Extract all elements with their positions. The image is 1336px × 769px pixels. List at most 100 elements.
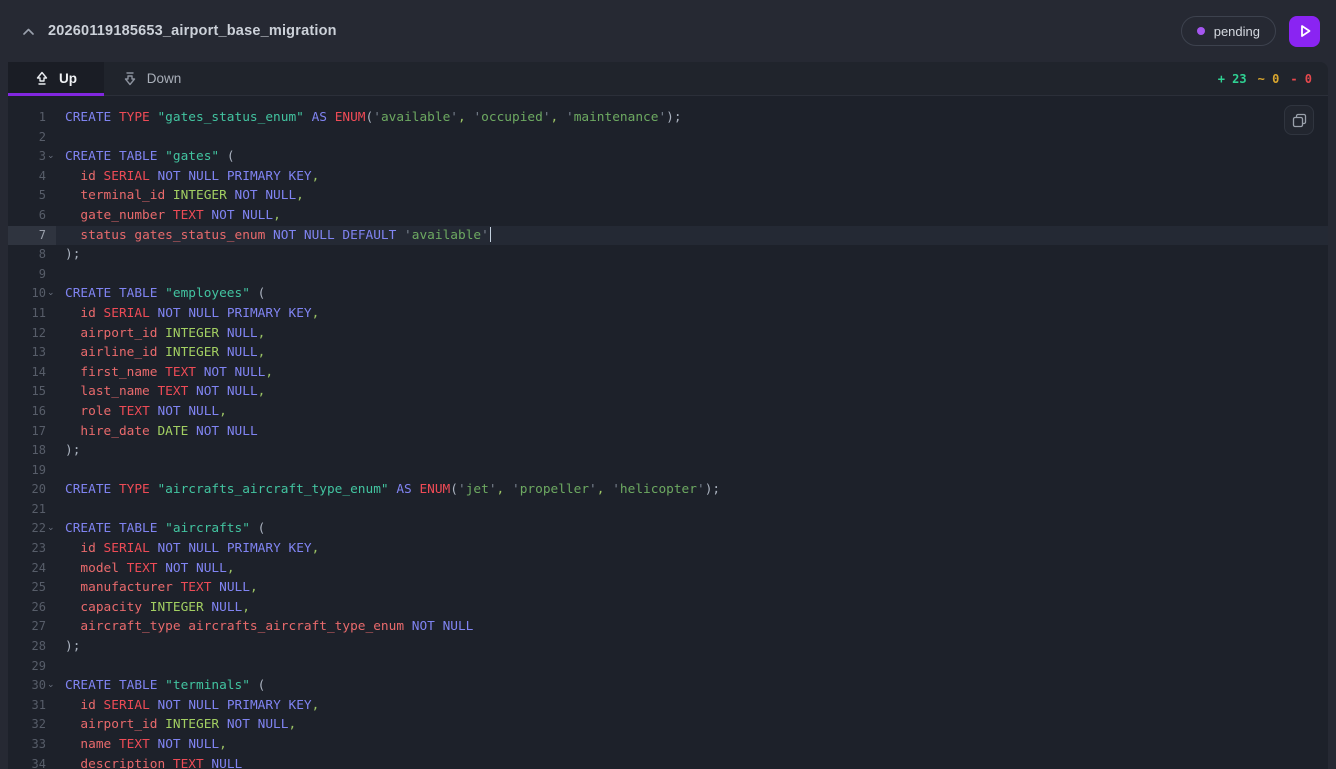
code-line-content[interactable] bbox=[56, 500, 1328, 520]
code-line-content[interactable]: ); bbox=[56, 245, 1328, 265]
code-line[interactable]: 8); bbox=[8, 245, 1328, 265]
code-line[interactable]: 14 first_name TEXT NOT NULL, bbox=[8, 363, 1328, 383]
code-line[interactable]: 2 bbox=[8, 128, 1328, 148]
code-line[interactable]: 11 id SERIAL NOT NULL PRIMARY KEY, bbox=[8, 304, 1328, 324]
copy-code-button[interactable] bbox=[1284, 105, 1314, 135]
code-line-content[interactable]: manufacturer TEXT NULL, bbox=[56, 578, 1328, 598]
line-number: 2 bbox=[8, 128, 56, 148]
code-line[interactable]: 31 id SERIAL NOT NULL PRIMARY KEY, bbox=[8, 696, 1328, 716]
migration-header: 20260119185653_airport_base_migration pe… bbox=[0, 0, 1336, 62]
code-line[interactable]: 22⌄CREATE TABLE "aircrafts" ( bbox=[8, 519, 1328, 539]
code-line-content[interactable]: description TEXT NULL bbox=[56, 755, 1328, 769]
line-number: 11 bbox=[8, 304, 56, 324]
diff-removed-count: - 0 bbox=[1290, 72, 1312, 86]
code-line[interactable]: 28); bbox=[8, 637, 1328, 657]
code-line-content[interactable]: role TEXT NOT NULL, bbox=[56, 402, 1328, 422]
line-number: 24 bbox=[8, 559, 56, 579]
code-line-content[interactable]: gate_number TEXT NOT NULL, bbox=[56, 206, 1328, 226]
code-line-content[interactable]: model TEXT NOT NULL, bbox=[56, 559, 1328, 579]
code-line[interactable]: 20CREATE TYPE "aircrafts_aircraft_type_e… bbox=[8, 480, 1328, 500]
fold-chevron-icon[interactable]: ⌄ bbox=[47, 288, 55, 297]
line-number: 34 bbox=[8, 755, 56, 769]
fold-chevron-icon[interactable]: ⌄ bbox=[47, 680, 55, 689]
code-lines: 1CREATE TYPE "gates_status_enum" AS ENUM… bbox=[8, 96, 1328, 769]
code-line-content[interactable]: CREATE TABLE "terminals" ( bbox=[56, 676, 1328, 696]
code-line[interactable]: 32 airport_id INTEGER NOT NULL, bbox=[8, 715, 1328, 735]
line-number: 6 bbox=[8, 206, 56, 226]
line-number: 9 bbox=[8, 265, 56, 285]
line-number: 17 bbox=[8, 422, 56, 442]
code-line-content[interactable]: first_name TEXT NOT NULL, bbox=[56, 363, 1328, 383]
code-line[interactable]: 33 name TEXT NOT NULL, bbox=[8, 735, 1328, 755]
code-line[interactable]: 34 description TEXT NULL bbox=[8, 755, 1328, 769]
code-line[interactable]: 10⌄CREATE TABLE "employees" ( bbox=[8, 284, 1328, 304]
code-line[interactable]: 5 terminal_id INTEGER NOT NULL, bbox=[8, 186, 1328, 206]
code-line-content[interactable]: CREATE TABLE "employees" ( bbox=[56, 284, 1328, 304]
code-line[interactable]: 21 bbox=[8, 500, 1328, 520]
code-line-content[interactable]: CREATE TABLE "gates" ( bbox=[56, 147, 1328, 167]
code-line-content[interactable]: airline_id INTEGER NULL, bbox=[56, 343, 1328, 363]
code-line[interactable]: 7 status gates_status_enum NOT NULL DEFA… bbox=[8, 226, 1328, 246]
code-line-content[interactable] bbox=[56, 461, 1328, 481]
line-number: 14 bbox=[8, 363, 56, 383]
code-line[interactable]: 24 model TEXT NOT NULL, bbox=[8, 559, 1328, 579]
code-line[interactable]: 6 gate_number TEXT NOT NULL, bbox=[8, 206, 1328, 226]
code-line-content[interactable]: hire_date DATE NOT NULL bbox=[56, 422, 1328, 442]
code-line[interactable]: 16 role TEXT NOT NULL, bbox=[8, 402, 1328, 422]
code-line[interactable]: 18); bbox=[8, 441, 1328, 461]
code-line-content[interactable]: id SERIAL NOT NULL PRIMARY KEY, bbox=[56, 696, 1328, 716]
code-line-content[interactable]: ); bbox=[56, 637, 1328, 657]
code-line[interactable]: 29 bbox=[8, 657, 1328, 677]
code-editor[interactable]: 1CREATE TYPE "gates_status_enum" AS ENUM… bbox=[8, 96, 1328, 769]
code-line-content[interactable]: id SERIAL NOT NULL PRIMARY KEY, bbox=[56, 539, 1328, 559]
tab-up[interactable]: Up bbox=[8, 62, 104, 95]
code-line-content[interactable]: airport_id INTEGER NOT NULL, bbox=[56, 715, 1328, 735]
code-line[interactable]: 26 capacity INTEGER NULL, bbox=[8, 598, 1328, 618]
fold-chevron-icon[interactable]: ⌄ bbox=[47, 523, 55, 532]
code-line[interactable]: 17 hire_date DATE NOT NULL bbox=[8, 422, 1328, 442]
code-line[interactable]: 19 bbox=[8, 461, 1328, 481]
run-migration-button[interactable] bbox=[1289, 16, 1320, 47]
code-line-content[interactable]: CREATE TABLE "aircrafts" ( bbox=[56, 519, 1328, 539]
code-line-content[interactable]: terminal_id INTEGER NOT NULL, bbox=[56, 186, 1328, 206]
code-line-content[interactable]: last_name TEXT NOT NULL, bbox=[56, 382, 1328, 402]
line-number: 16 bbox=[8, 402, 56, 422]
line-number: 27 bbox=[8, 617, 56, 637]
code-line[interactable]: 13 airline_id INTEGER NULL, bbox=[8, 343, 1328, 363]
code-line-content[interactable]: id SERIAL NOT NULL PRIMARY KEY, bbox=[56, 304, 1328, 324]
code-line[interactable]: 12 airport_id INTEGER NULL, bbox=[8, 324, 1328, 344]
line-number: 18 bbox=[8, 441, 56, 461]
code-line-content[interactable]: capacity INTEGER NULL, bbox=[56, 598, 1328, 618]
line-number: 26 bbox=[8, 598, 56, 618]
code-line[interactable]: 30⌄CREATE TABLE "terminals" ( bbox=[8, 676, 1328, 696]
code-line[interactable]: 9 bbox=[8, 265, 1328, 285]
code-line-content[interactable]: CREATE TYPE "aircrafts_aircraft_type_enu… bbox=[56, 480, 1328, 500]
code-line-content[interactable]: aircraft_type aircrafts_aircraft_type_en… bbox=[56, 617, 1328, 637]
code-line[interactable]: 23 id SERIAL NOT NULL PRIMARY KEY, bbox=[8, 539, 1328, 559]
line-number: 25 bbox=[8, 578, 56, 598]
code-line-content[interactable]: ); bbox=[56, 441, 1328, 461]
code-line-content[interactable]: name TEXT NOT NULL, bbox=[56, 735, 1328, 755]
code-line[interactable]: 1CREATE TYPE "gates_status_enum" AS ENUM… bbox=[8, 108, 1328, 128]
code-line[interactable]: 4 id SERIAL NOT NULL PRIMARY KEY, bbox=[8, 167, 1328, 187]
line-number: 1 bbox=[8, 108, 56, 128]
code-line-content[interactable]: airport_id INTEGER NULL, bbox=[56, 324, 1328, 344]
code-line-content[interactable] bbox=[56, 128, 1328, 148]
code-line-content[interactable]: status gates_status_enum NOT NULL DEFAUL… bbox=[56, 226, 1328, 246]
code-line-content[interactable] bbox=[56, 265, 1328, 285]
code-line-content[interactable] bbox=[56, 657, 1328, 677]
code-line[interactable]: 15 last_name TEXT NOT NULL, bbox=[8, 382, 1328, 402]
fold-chevron-icon[interactable]: ⌄ bbox=[47, 151, 55, 160]
code-line-content[interactable]: id SERIAL NOT NULL PRIMARY KEY, bbox=[56, 167, 1328, 187]
diff-stats: + 23 ~ 0 - 0 bbox=[1218, 62, 1312, 95]
line-number: 5 bbox=[8, 186, 56, 206]
code-line[interactable]: 27 aircraft_type aircrafts_aircraft_type… bbox=[8, 617, 1328, 637]
line-number: 10⌄ bbox=[8, 284, 56, 304]
tab-down[interactable]: Down bbox=[104, 62, 200, 95]
code-line-content[interactable]: CREATE TYPE "gates_status_enum" AS ENUM(… bbox=[56, 108, 1328, 128]
status-badge: pending bbox=[1181, 16, 1276, 46]
code-line[interactable]: 3⌄CREATE TABLE "gates" ( bbox=[8, 147, 1328, 167]
line-number: 28 bbox=[8, 637, 56, 657]
code-line[interactable]: 25 manufacturer TEXT NULL, bbox=[8, 578, 1328, 598]
collapse-button[interactable] bbox=[16, 19, 40, 43]
